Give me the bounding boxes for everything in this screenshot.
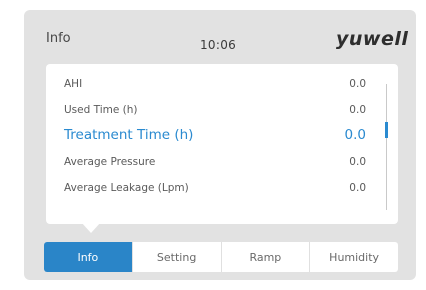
- device-screen: Info 10:06 yuwell AHI 0.0 Used Time (h) …: [24, 10, 416, 280]
- info-row-average-leakage[interactable]: Average Leakage (Lpm) 0.0: [64, 182, 366, 194]
- row-label: AHI: [64, 78, 83, 90]
- scrollbar[interactable]: [385, 84, 388, 210]
- screen-title: Info: [46, 31, 71, 46]
- info-row-used-time[interactable]: Used Time (h) 0.0: [64, 104, 366, 116]
- info-row-ahi[interactable]: AHI 0.0: [64, 78, 366, 90]
- brand-logo: yuwell: [336, 28, 409, 50]
- scrollbar-thumb[interactable]: [385, 122, 388, 138]
- info-row-average-pressure[interactable]: Average Pressure 0.0: [64, 156, 366, 168]
- row-label: Average Pressure: [64, 156, 156, 168]
- row-label: Average Leakage (Lpm): [64, 182, 189, 194]
- info-row-treatment-time[interactable]: Treatment Time (h) 0.0: [64, 127, 366, 143]
- tab-ramp[interactable]: Ramp: [220, 242, 310, 272]
- row-value: 0.0: [344, 127, 366, 143]
- tab-setting[interactable]: Setting: [131, 242, 221, 272]
- row-label: Used Time (h): [64, 104, 138, 116]
- row-label: Treatment Time (h): [64, 127, 194, 143]
- row-value: 0.0: [349, 156, 366, 168]
- panel-pointer: [81, 222, 101, 233]
- info-panel: AHI 0.0 Used Time (h) 0.0 Treatment Time…: [46, 64, 398, 224]
- tab-humidity[interactable]: Humidity: [309, 242, 398, 272]
- tab-info[interactable]: Info: [44, 242, 132, 272]
- clock: 10:06: [200, 38, 237, 52]
- row-value: 0.0: [349, 104, 366, 116]
- row-value: 0.0: [349, 182, 366, 194]
- row-value: 0.0: [349, 78, 366, 90]
- tab-bar: Info Setting Ramp Humidity: [44, 242, 398, 272]
